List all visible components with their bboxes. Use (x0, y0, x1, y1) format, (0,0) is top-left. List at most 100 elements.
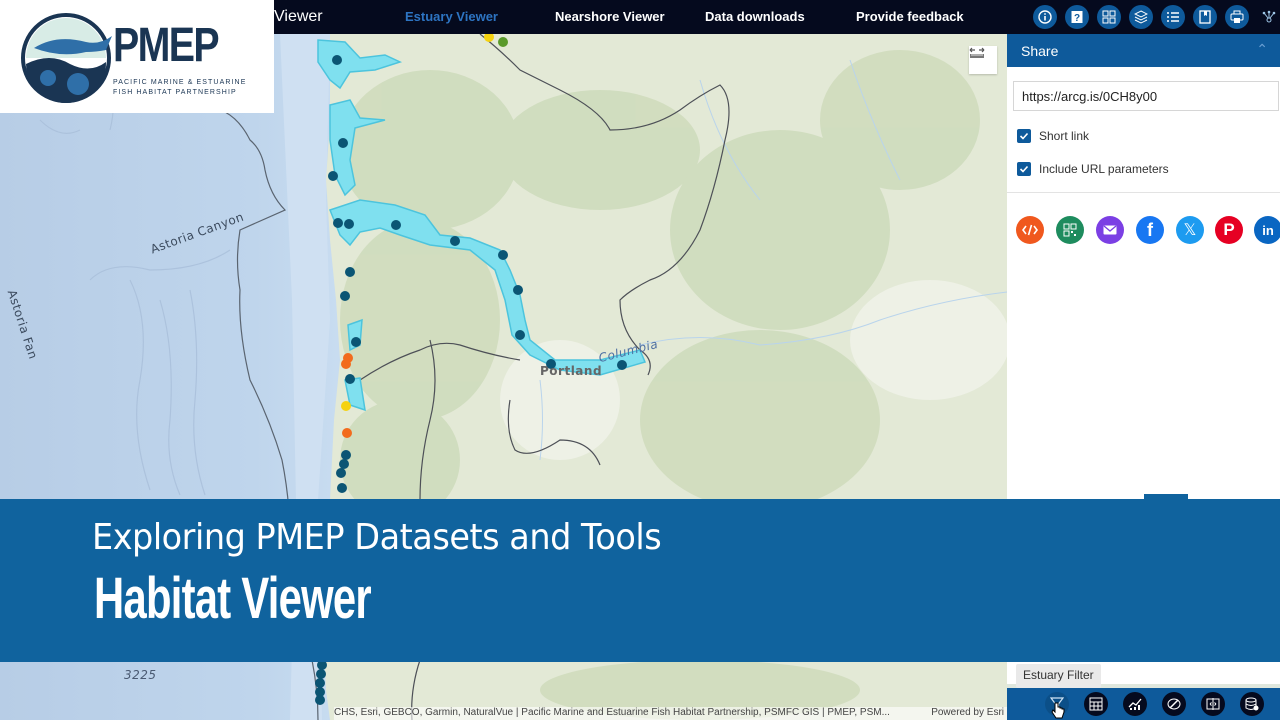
bookmarks-button[interactable] (1193, 5, 1217, 29)
pinterest-button[interactable]: P (1215, 216, 1243, 244)
estuary-marker[interactable] (345, 374, 355, 384)
include-url-params-label: Include URL parameters (1039, 162, 1169, 176)
embed-code-icon (1022, 224, 1038, 236)
pinterest-icon: P (1223, 220, 1235, 239)
estuary-marker-orange[interactable] (342, 428, 352, 438)
nav-data-downloads[interactable]: Data downloads (705, 9, 805, 24)
logo-brand-text: PMEP (113, 19, 220, 72)
short-link-checkbox[interactable] (1017, 129, 1031, 143)
include-url-params-option[interactable]: Include URL parameters (1017, 162, 1169, 176)
estuary-marker[interactable] (340, 291, 350, 301)
checkmark-icon (1019, 165, 1029, 173)
share-panel-title: Share (1021, 43, 1059, 59)
estuary-marker[interactable] (338, 138, 348, 148)
x-button[interactable]: 𝕏 (1176, 216, 1204, 244)
map-label-portland: Portland (540, 364, 603, 378)
layers-icon (1134, 10, 1148, 24)
estuary-marker[interactable] (498, 250, 508, 260)
table-icon (1089, 697, 1103, 711)
estuary-marker[interactable] (315, 678, 325, 688)
map-label-depth: 3225 (124, 668, 157, 682)
attribute-table-button[interactable] (1084, 692, 1108, 716)
info-icon (1038, 10, 1052, 24)
short-link-label: Short link (1039, 129, 1090, 143)
divider (1007, 192, 1280, 193)
checkmark-icon (1019, 132, 1029, 140)
draw-icon (1167, 698, 1181, 710)
about-button[interactable] (1033, 5, 1057, 29)
share-icon (1262, 10, 1276, 23)
chart-button[interactable] (1123, 692, 1147, 716)
estuary-marker[interactable] (341, 450, 351, 460)
powered-by-esri-link[interactable]: Powered by Esri (931, 707, 1004, 718)
estuary-marker-yellow[interactable] (341, 401, 351, 411)
share-url-field[interactable] (1013, 81, 1279, 111)
estuary-marker[interactable] (344, 219, 354, 229)
estuary-marker[interactable] (617, 360, 627, 370)
data-button[interactable] (1240, 692, 1264, 716)
legend-icon (1167, 12, 1179, 22)
layers-button[interactable] (1129, 5, 1153, 29)
swipe-button[interactable] (1201, 692, 1225, 716)
banner-title: Habitat Viewer (94, 566, 372, 631)
estuary-marker[interactable] (339, 459, 349, 469)
app-root: Astoria Canyon Astoria Fan Portland Colu… (0, 0, 1280, 720)
basemap-gallery-button[interactable] (1097, 5, 1121, 29)
email-icon (1103, 225, 1117, 235)
collapse-panel-icon[interactable]: ⌃ (1256, 41, 1268, 58)
estuary-marker[interactable] (315, 695, 325, 705)
help-icon: ? (1071, 11, 1083, 24)
bottom-toolbar (1007, 688, 1280, 720)
svg-text:?: ? (1074, 13, 1080, 24)
qr-code-icon (1063, 223, 1077, 237)
bookmark-icon (1199, 10, 1211, 24)
estuary-marker[interactable] (332, 55, 342, 65)
qr-code-button[interactable] (1056, 216, 1084, 244)
estuary-marker[interactable] (391, 220, 401, 230)
estuary-marker[interactable] (515, 330, 525, 340)
measure-button[interactable] (969, 46, 997, 74)
linkedin-button[interactable]: in (1254, 216, 1280, 244)
map-attribution: CHS, Esri, GEBCO, Garmin, NaturalVue | P… (334, 707, 1007, 720)
estuary-marker[interactable] (351, 337, 361, 347)
data-icon (1245, 697, 1259, 711)
estuary-marker-green[interactable] (498, 37, 508, 47)
linkedin-icon: in (1262, 222, 1274, 238)
estuary-marker[interactable] (450, 236, 460, 246)
print-button[interactable] (1225, 5, 1249, 29)
help-button[interactable]: ? (1065, 5, 1089, 29)
estuary-marker[interactable] (333, 218, 343, 228)
estuary-marker[interactable] (328, 171, 338, 181)
basemap-gallery-icon (1102, 10, 1116, 24)
embed-button[interactable] (1016, 216, 1044, 244)
facebook-button[interactable]: f (1136, 216, 1164, 244)
estuary-marker[interactable] (316, 669, 326, 679)
facebook-icon: f (1147, 219, 1153, 240)
logo-tagline-1: PACIFIC MARINE & ESTUARINE (113, 79, 247, 86)
pmep-logo[interactable]: PMEP PACIFIC MARINE & ESTUARINE FISH HAB… (0, 0, 274, 113)
share-panel-header: Share ⌃ (1007, 34, 1280, 67)
estuary-marker[interactable] (513, 285, 523, 295)
x-icon: 𝕏 (1183, 222, 1197, 239)
email-button[interactable] (1096, 216, 1124, 244)
legend-button[interactable] (1161, 5, 1185, 29)
nav-estuary-viewer[interactable]: Estuary Viewer (405, 9, 498, 24)
print-icon (1230, 10, 1244, 23)
mouse-cursor-icon (1051, 702, 1065, 719)
measure-icon (969, 47, 985, 58)
app-title: Viewer (274, 8, 323, 25)
attribution-text: CHS, Esri, GEBCO, Garmin, NaturalVue | P… (334, 707, 890, 718)
estuary-marker[interactable] (337, 483, 347, 493)
estuary-filter-tooltip: Estuary Filter (1016, 664, 1101, 688)
include-url-params-checkbox[interactable] (1017, 162, 1031, 176)
short-link-option[interactable]: Short link (1017, 129, 1089, 143)
estuary-marker[interactable] (336, 468, 346, 478)
chart-icon (1128, 698, 1142, 710)
nav-nearshore-viewer[interactable]: Nearshore Viewer (555, 9, 665, 24)
estuary-marker[interactable] (345, 267, 355, 277)
logo-tagline-2: FISH HABITAT PARTNERSHIP (113, 89, 237, 96)
estuary-marker-orange[interactable] (341, 359, 351, 369)
share-button[interactable] (1257, 5, 1280, 29)
nav-provide-feedback[interactable]: Provide feedback (856, 9, 964, 24)
draw-button[interactable] (1162, 692, 1186, 716)
